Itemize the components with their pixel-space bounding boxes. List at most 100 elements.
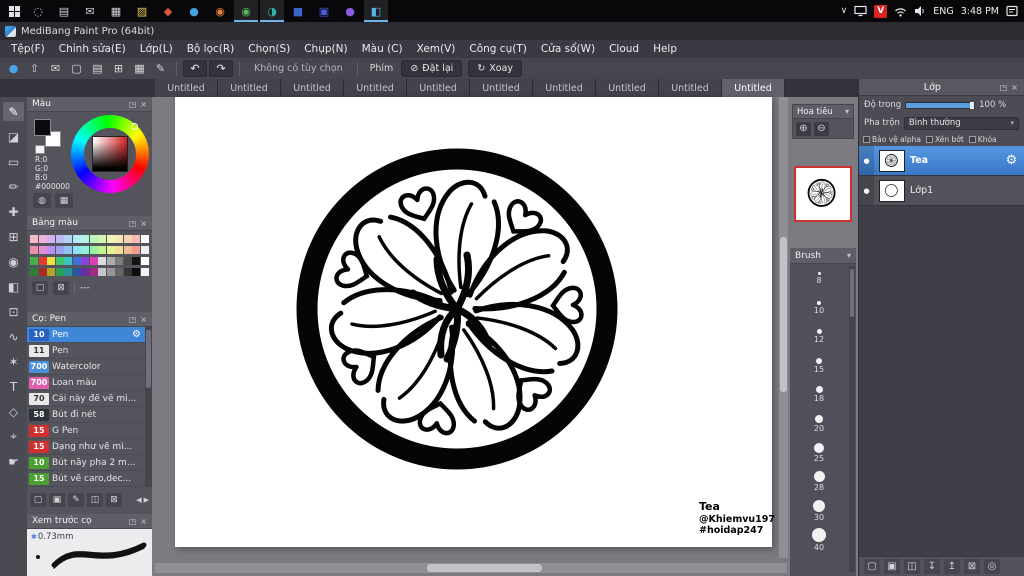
palette-swatch[interactable] xyxy=(98,235,106,243)
brush-list-item[interactable]: 10 Bút nãy pha 2 m... ⚙ xyxy=(27,455,145,471)
delete-swatch-icon[interactable]: ⊠ xyxy=(53,281,69,295)
brush-list-item[interactable]: 15 Bút vẽ caro,dec... ⚙ xyxy=(27,471,145,487)
jump-paint-icon[interactable]: ● xyxy=(4,60,23,77)
file-explorer-icon[interactable]: ▨ xyxy=(130,0,154,22)
color-wheel[interactable] xyxy=(71,115,149,193)
duplicate-layer-icon[interactable]: ◫ xyxy=(904,559,920,574)
opacity-slider[interactable] xyxy=(905,101,976,109)
brush-size-option[interactable]: 40 xyxy=(812,525,826,554)
palette-swatch[interactable] xyxy=(115,246,123,254)
chrome-app-icon[interactable]: ◉ xyxy=(234,0,258,22)
tab-untitled-7[interactable]: Untitled xyxy=(533,79,596,97)
brush-size-option[interactable]: 25 xyxy=(814,438,824,467)
lasso-tool[interactable]: ∿ xyxy=(3,327,24,346)
tab-untitled-5[interactable]: Untitled xyxy=(407,79,470,97)
material-icon[interactable]: ▦ xyxy=(130,60,149,77)
navigator-thumbnail[interactable] xyxy=(794,166,852,222)
canvas[interactable]: Tea @Khiemvu197 #hoidap247 xyxy=(175,97,775,547)
checkbox-box[interactable] xyxy=(863,135,870,143)
network-icon[interactable] xyxy=(854,5,867,17)
palette-swatch[interactable] xyxy=(47,257,55,265)
brush-list-item[interactable]: 70 Cái này để vẽ mì... ⚙ xyxy=(27,391,145,407)
eraser-tool[interactable]: ◪ xyxy=(3,127,24,146)
palette-swatch[interactable] xyxy=(140,268,149,276)
brush-size-option[interactable]: 18 xyxy=(814,380,824,409)
palette-swatch[interactable] xyxy=(30,268,38,276)
brush-folder-icon[interactable]: ▣ xyxy=(49,493,65,507)
hand-tool[interactable]: ☛ xyxy=(3,452,24,471)
discord-app-icon[interactable]: ● xyxy=(338,0,362,22)
delete-layer-icon[interactable]: ⊠ xyxy=(964,559,980,574)
palette-swatch[interactable] xyxy=(30,246,38,254)
divide-tool[interactable]: ⊞ xyxy=(3,227,24,246)
brush-list-item[interactable]: 15 G Pen ⚙ xyxy=(27,423,145,439)
panel-layout-icon[interactable]: ▤ xyxy=(88,60,107,77)
blend-mode-select[interactable]: Bình thường ▾ xyxy=(903,116,1019,130)
edit-mode-icon[interactable]: ✎ xyxy=(151,60,170,77)
menu-item-tep[interactable]: Tệp(F) xyxy=(4,40,52,58)
zoom-out-button[interactable]: ⊖ xyxy=(814,121,829,136)
undo-button[interactable]: ↶ xyxy=(183,60,207,77)
duplicate-brush-icon[interactable]: ◫ xyxy=(87,493,103,507)
palette-swatch[interactable] xyxy=(89,246,98,254)
menu-item-cua-so[interactable]: Cửa sổ(W) xyxy=(534,40,602,58)
select-rect-tool[interactable]: ▭ xyxy=(3,152,24,171)
photos-app-icon[interactable]: ▣ xyxy=(312,0,336,22)
tab-untitled-9[interactable]: Untitled xyxy=(659,79,722,97)
palette-swatch[interactable] xyxy=(72,246,81,254)
palette-swatch[interactable] xyxy=(132,235,140,243)
rotate-view-button[interactable]: ↻ Xoay xyxy=(468,60,523,77)
palette-swatch[interactable] xyxy=(55,235,64,243)
checkbox-box[interactable] xyxy=(925,135,933,143)
chevron-down-icon[interactable]: ▾ xyxy=(847,251,851,260)
palette-swatch[interactable] xyxy=(38,235,47,243)
tab-untitled-1[interactable]: Untitled xyxy=(155,79,218,97)
palette-swatch[interactable] xyxy=(140,246,149,254)
tab-untitled-8[interactable]: Untitled xyxy=(596,79,659,97)
gradient-tool[interactable]: ◧ xyxy=(3,277,24,296)
start-button[interactable] xyxy=(4,2,24,20)
brush-size-option[interactable]: 28 xyxy=(813,467,825,496)
move-tool[interactable]: ✚ xyxy=(3,202,24,221)
layer-tea[interactable]: ● Tea ⚙ xyxy=(859,146,1024,176)
zoom-in-button[interactable]: ⊕ xyxy=(796,121,811,136)
layer-option-checkbox[interactable]: Bảo vệ alpha xyxy=(863,135,921,144)
menu-item-lop[interactable]: Lớp(L) xyxy=(133,40,180,58)
brush-list-item[interactable]: 10 Pen ⚙ xyxy=(27,327,145,343)
menu-item-cong-cu[interactable]: Công cụ(T) xyxy=(462,40,533,58)
palette-swatch[interactable] xyxy=(89,268,98,276)
close-icon[interactable]: × xyxy=(140,100,147,109)
palette-swatch[interactable] xyxy=(64,268,72,276)
firefox-app-icon[interactable]: ◉ xyxy=(208,0,232,22)
edge-app-icon[interactable]: ◑ xyxy=(260,0,284,22)
layer-visibility-icon[interactable]: ● xyxy=(859,176,874,205)
new-folder-icon[interactable]: ▣ xyxy=(884,559,900,574)
palette-swatch[interactable] xyxy=(38,246,47,254)
redo-button[interactable]: ↷ xyxy=(209,60,233,77)
select-tool[interactable]: ⊡ xyxy=(3,302,24,321)
brush-size-option[interactable]: 8 xyxy=(816,264,822,293)
palette-swatch[interactable] xyxy=(55,268,64,276)
saturation-value-square[interactable] xyxy=(92,136,128,172)
tab-untitled-6[interactable]: Untitled xyxy=(470,79,533,97)
palette-swatch[interactable] xyxy=(106,268,115,276)
palette-swatch[interactable] xyxy=(64,235,72,243)
canvas-vertical-scrollbar[interactable] xyxy=(779,97,788,558)
brush-tool[interactable]: ✏ xyxy=(3,177,24,196)
palette-swatch[interactable] xyxy=(55,257,64,265)
palette-swatch[interactable] xyxy=(89,235,98,243)
palette-swatch[interactable] xyxy=(98,246,106,254)
menu-item-chup[interactable]: Chụp(N) xyxy=(297,40,354,58)
fill-tool[interactable]: ◉ xyxy=(3,252,24,271)
save-upload-icon[interactable]: ⇧ xyxy=(25,60,44,77)
palette-swatch[interactable] xyxy=(81,268,89,276)
brush-list-scrollbar[interactable] xyxy=(145,327,152,487)
palette-swatch[interactable] xyxy=(123,257,132,265)
close-icon[interactable]: × xyxy=(1011,83,1018,92)
palette-swatch[interactable] xyxy=(98,268,106,276)
operation-tool[interactable]: ◇ xyxy=(3,402,24,421)
palette-swatch[interactable] xyxy=(140,235,149,243)
snapshot-icon[interactable]: ◎ xyxy=(984,559,1000,574)
mail-app-icon[interactable]: ✉ xyxy=(78,0,102,22)
edit-brush-icon[interactable]: ✎ xyxy=(68,493,84,507)
